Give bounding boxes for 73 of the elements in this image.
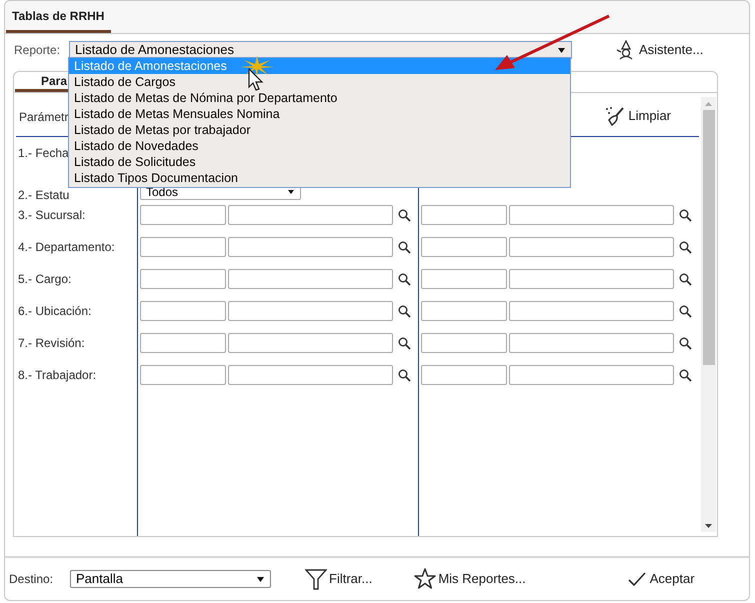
field-label: 8.- Trabajador: xyxy=(18,368,96,382)
checkmark-icon xyxy=(628,572,646,586)
input-field[interactable] xyxy=(421,269,507,289)
input-field[interactable] xyxy=(509,205,674,225)
input-field[interactable] xyxy=(509,301,674,321)
search-icon xyxy=(398,208,411,222)
caret-icon xyxy=(288,190,294,194)
cursor-icon xyxy=(248,68,264,92)
my-reports-button[interactable]: Mis Reportes... xyxy=(414,568,526,590)
field-label: 1.- Fecha xyxy=(18,146,69,160)
input-field[interactable] xyxy=(140,205,226,225)
field-label: 6.- Ubicación: xyxy=(18,304,92,318)
input-field[interactable] xyxy=(509,269,674,289)
search-icon xyxy=(398,272,411,286)
clear-button[interactable]: Limpiar xyxy=(605,106,671,126)
accept-button[interactable]: Aceptar xyxy=(628,569,695,589)
filter-icon xyxy=(305,568,327,590)
field-label: 2.- Estatu xyxy=(18,188,70,202)
filter-button[interactable]: Filtrar... xyxy=(305,568,372,590)
field-label: Reporte: xyxy=(14,42,62,59)
search-icon xyxy=(679,336,692,350)
wizard-button[interactable]: Asistente... xyxy=(616,40,704,60)
input-field[interactable] xyxy=(228,365,393,385)
input-field[interactable] xyxy=(421,365,507,385)
dropdown-option[interactable]: Listado de Novedades xyxy=(69,138,570,154)
field-label: 5.- Cargo: xyxy=(18,272,72,286)
search-icon xyxy=(679,368,692,382)
input-field[interactable] xyxy=(509,365,674,385)
tab[interactable]: Tablas de RRHH xyxy=(6,1,111,33)
search-icon xyxy=(398,336,411,350)
dropdown-option[interactable]: Listado de Solicitudes xyxy=(69,154,570,170)
dropdown-option[interactable]: Listado de Metas de Nómina por Departamento xyxy=(69,90,570,106)
star-icon xyxy=(414,568,436,590)
search-icon xyxy=(398,240,411,254)
input-field[interactable] xyxy=(509,237,674,257)
down-arrow-icon xyxy=(705,524,712,528)
dropdown-option[interactable]: Listado de Metas Mensuales Nomina xyxy=(69,106,570,122)
field-label: 3.- Sucursal: xyxy=(18,208,86,222)
search-icon xyxy=(679,304,692,318)
input-field[interactable] xyxy=(140,237,226,257)
search-icon xyxy=(398,304,411,318)
input-field[interactable] xyxy=(140,365,226,385)
search-icon xyxy=(679,240,692,254)
input-field[interactable] xyxy=(228,301,393,321)
input-field[interactable] xyxy=(228,333,393,353)
up-arrow-icon xyxy=(705,102,712,106)
dropdown-option[interactable]: Listado de Metas por trabajador xyxy=(69,122,570,138)
search-icon xyxy=(679,272,692,286)
input-field[interactable] xyxy=(228,237,393,257)
field-label: Destino: xyxy=(9,571,54,588)
section-title: Parámetr xyxy=(18,109,68,126)
dropdown-option[interactable]: Listado Tipos Documentacion xyxy=(69,170,570,186)
field-label: 4.- Departamento: xyxy=(18,240,115,254)
input-field[interactable] xyxy=(509,333,674,353)
scrollbar[interactable] xyxy=(701,97,716,532)
dropdown-option[interactable]: Listado de Cargos xyxy=(69,74,570,90)
broom-icon xyxy=(605,106,626,126)
input-field[interactable] xyxy=(228,205,393,225)
search-icon xyxy=(398,368,411,382)
input-field[interactable] xyxy=(421,333,507,353)
input-field[interactable] xyxy=(140,269,226,289)
input-field[interactable] xyxy=(421,237,507,257)
input-field[interactable] xyxy=(421,205,507,225)
input-field[interactable] xyxy=(421,301,507,321)
field-label: 7.- Revisión: xyxy=(18,336,85,350)
search-icon xyxy=(679,208,692,222)
caret-icon xyxy=(558,48,565,52)
caret-icon xyxy=(257,576,264,582)
input-field[interactable] xyxy=(140,333,226,353)
input-field[interactable] xyxy=(140,301,226,321)
destination-dropdown[interactable]: Pantalla xyxy=(70,570,271,588)
scrollbar-thumb[interactable] xyxy=(702,110,714,365)
input-field[interactable] xyxy=(228,269,393,289)
